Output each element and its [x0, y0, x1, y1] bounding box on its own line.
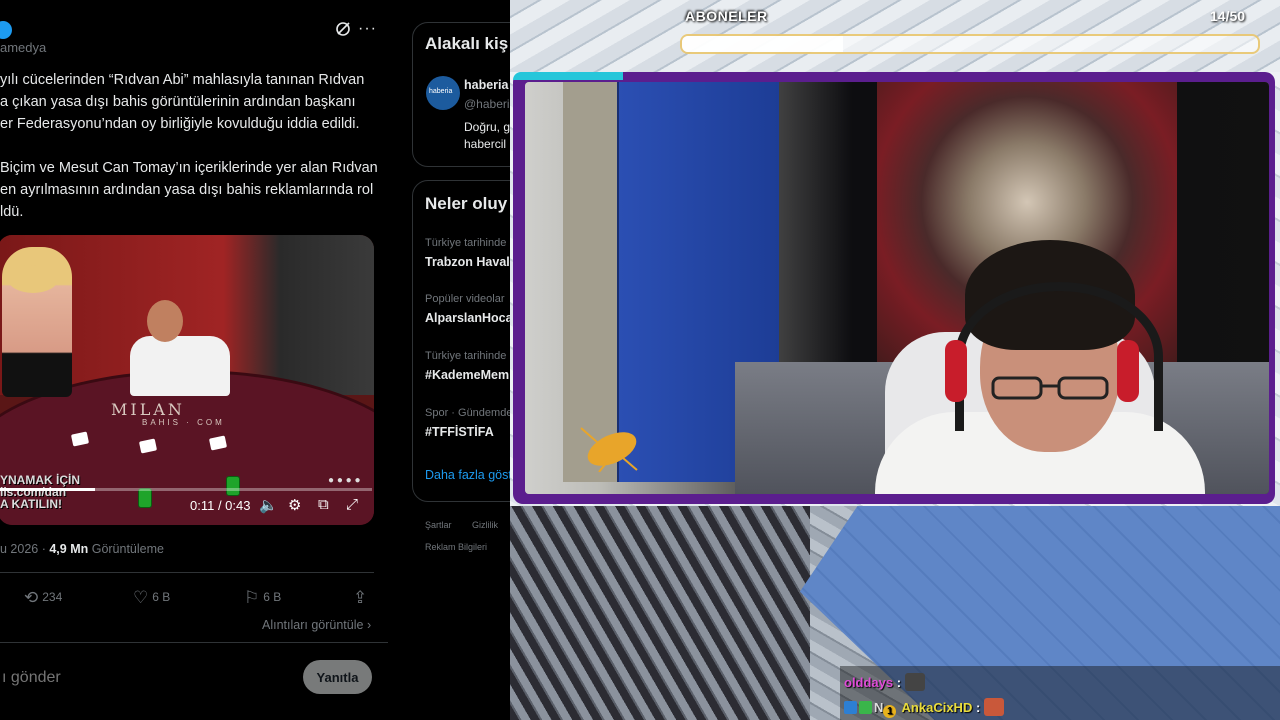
- video-progress-track[interactable]: [0, 488, 372, 491]
- trend-category: Spor · Gündemde: [425, 407, 510, 419]
- video-casino-logo-sub: BAHIS · COM: [142, 418, 225, 427]
- chat-emote-icon: [904, 673, 925, 691]
- grok-icon[interactable]: [335, 21, 351, 37]
- tweet-column: amedya ··· yılı cücelerinden “Rıdvan Abi…: [0, 0, 389, 720]
- verified-badge-icon: [0, 21, 12, 39]
- footer-privacy-link[interactable]: Gizlilik: [472, 520, 498, 530]
- chat-message: olddays :: [844, 673, 925, 691]
- video-dealer-body: [130, 336, 230, 396]
- video-casino-logo: MILAN: [111, 400, 185, 419]
- footer-ads-info-link[interactable]: Reklam Bilgileri: [425, 542, 487, 552]
- trend-item[interactable]: #KademeMem: [425, 368, 509, 382]
- chat-username: olddays: [844, 675, 894, 690]
- glasses-icon: [991, 376, 1109, 400]
- cockroach-sticker-icon: [580, 427, 638, 472]
- settings-gear-icon[interactable]: ⚙: [288, 496, 301, 514]
- overlay-line: A KATILIN!: [0, 497, 62, 511]
- video-menu-dots-icon: ● ● ● ●: [328, 475, 361, 486]
- trend-item[interactable]: AlparslanHoca: [425, 311, 510, 325]
- divider: [0, 572, 374, 573]
- bookmark-button[interactable]: ⚐ 6 B: [244, 588, 281, 608]
- webcam-frame-accent: [513, 72, 623, 80]
- chat-badge-level: 1: [883, 705, 897, 718]
- video-time: 0:11 / 0:43: [190, 498, 251, 513]
- account-avatar[interactable]: haberia: [426, 76, 460, 110]
- tweet-views-label: Görüntüleme: [88, 542, 164, 556]
- video-progress-fill: [0, 488, 96, 491]
- divider: [0, 642, 388, 643]
- trends-panel: [412, 180, 510, 502]
- casino-chip: [138, 488, 152, 508]
- share-button[interactable]: ⇪: [353, 588, 371, 608]
- chat-username: AnkaCixHD: [901, 700, 973, 715]
- chat-badge-icon: [844, 701, 857, 714]
- trend-category: Popüler videolar: [425, 293, 505, 305]
- trend-category: Türkiye tarihinde: [425, 237, 507, 249]
- headset-earcup: [1117, 340, 1139, 402]
- trend-item[interactable]: #TFFİSTİFA: [425, 425, 494, 439]
- chat-message: N1 AnkaCixHD :: [844, 698, 1004, 718]
- account-name[interactable]: haberia: [464, 78, 508, 92]
- view-quotes-label: Alıntıları görüntüle: [262, 618, 364, 632]
- account-bio-line: Doğru, g: [464, 120, 510, 134]
- chat-badge-icon: [859, 701, 872, 714]
- related-accounts-title: Alakalı kiş: [425, 34, 509, 53]
- casino-chip: [226, 476, 240, 496]
- headset-earcup: [945, 340, 967, 402]
- tweet-text-line: Biçim ve Mesut Can Tomay’ın içeriklerind…: [0, 160, 378, 176]
- tweet-text-line: er Federasyonu’ndan oy birliğiyle kovuld…: [0, 116, 360, 132]
- subscribers-count: 14/50: [1210, 8, 1246, 24]
- webcam-feed: [525, 82, 1269, 494]
- trends-title: Neler oluy: [425, 194, 508, 213]
- subscribers-label: ABONELER: [685, 8, 768, 24]
- chat-text: :: [896, 675, 902, 690]
- retweet-icon: ⟲: [24, 588, 39, 607]
- tweet-views-count: 4,9 Mn: [49, 542, 89, 556]
- bookmark-icon: ⚐: [244, 588, 260, 607]
- tweet-meta: u 2026 · 4,9 Mn Görüntüleme: [0, 542, 164, 556]
- account-handle[interactable]: @haberi: [464, 97, 510, 111]
- tweet-text-line: yılı cücelerinden “Rıdvan Abi” mahlasıyl…: [0, 72, 365, 88]
- tweet-text-line: ldü.: [0, 204, 24, 220]
- avatar-text: haberia: [429, 88, 453, 95]
- video-dealer-head: [147, 300, 183, 342]
- retweet-button[interactable]: ⟲ 234: [24, 588, 62, 608]
- sidebar: Alakalı kiş haberia haberia @haberi Doğr…: [388, 0, 510, 720]
- account-bio-line: habercil: [464, 137, 507, 151]
- chat-badge-text: N: [874, 700, 884, 715]
- fullscreen-icon[interactable]: ⤢: [346, 496, 358, 513]
- like-button[interactable]: ♡ 6 B: [133, 588, 170, 608]
- chat-emote-icon: [983, 698, 1004, 716]
- heart-icon: ♡: [133, 588, 149, 607]
- trend-item[interactable]: Trabzon Haval: [425, 255, 510, 269]
- show-more-link[interactable]: Daha fazla göst: [425, 468, 510, 482]
- trend-category: Türkiye tarihinde: [425, 350, 507, 362]
- volume-icon[interactable]: 🔈: [259, 496, 278, 514]
- stream-overlay: ABONELER 14/50 olddays: N 1 AnkaCixHD:: [510, 0, 1280, 720]
- share-icon: ⇪: [353, 588, 368, 607]
- subscribers-goal-fill: [682, 36, 844, 52]
- reply-input[interactable]: [0, 668, 244, 688]
- tweet-text-line: a çıkan yasa dışı bahis görüntülerinin a…: [0, 94, 356, 110]
- tweet-text-line: en ayrılmasının ardından yasa dışı bahis…: [0, 182, 374, 198]
- footer-terms-link[interactable]: Şartlar: [425, 520, 452, 530]
- bookmark-count: 6 B: [263, 590, 282, 604]
- picture-in-picture-icon[interactable]: ⧉: [318, 496, 329, 513]
- retweet-count: 234: [42, 590, 63, 604]
- view-quotes-link[interactable]: Alıntıları görüntüle ›: [262, 618, 371, 632]
- game-building: [510, 506, 810, 720]
- tweet-date: u 2026 ·: [0, 542, 50, 556]
- chat-text: :: [975, 700, 981, 715]
- tweet-handle[interactable]: amedya: [0, 40, 46, 55]
- more-options-icon[interactable]: ···: [358, 20, 377, 38]
- subscribers-goal-bar: [680, 34, 1260, 54]
- chevron-right-icon: ›: [366, 618, 372, 632]
- reply-button[interactable]: Yanıtla: [303, 660, 372, 694]
- video-overlay-text: YNAMAK İÇİN iis.com/dan A KATILIN!: [0, 474, 80, 510]
- like-count: 6 B: [152, 590, 171, 604]
